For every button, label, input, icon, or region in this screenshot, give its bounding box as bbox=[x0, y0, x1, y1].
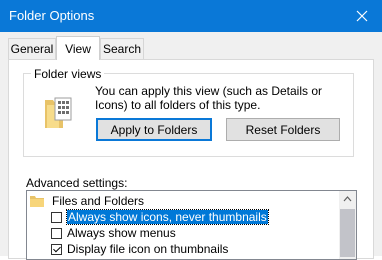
close-icon bbox=[356, 10, 368, 22]
tab-view[interactable]: View bbox=[56, 36, 100, 60]
advanced-settings-tree[interactable]: Files and Folders Always show icons, nev… bbox=[26, 190, 357, 260]
setting-label: Always show icons, never thumbnails bbox=[66, 209, 269, 225]
tab-label: View bbox=[65, 41, 91, 56]
tree-node-files-and-folders[interactable]: Files and Folders bbox=[30, 193, 144, 209]
folder-views-description: You can apply this view (such as Details… bbox=[95, 84, 323, 112]
tab-label: Search bbox=[102, 42, 142, 56]
checkbox-checked[interactable] bbox=[51, 243, 62, 255]
button-label: Reset Folders bbox=[245, 122, 321, 137]
reset-folders-button[interactable]: Reset Folders bbox=[226, 118, 340, 141]
tree-node-label: Files and Folders bbox=[52, 194, 145, 208]
window-title: Folder Options bbox=[9, 8, 95, 23]
advanced-settings-label: Advanced settings: bbox=[26, 176, 128, 190]
setting-label: Display file icon on thumbnails bbox=[67, 242, 229, 256]
folder-views-label: Folder views bbox=[31, 67, 105, 81]
folder-views-icon bbox=[45, 97, 72, 128]
tree-scrollbar[interactable] bbox=[339, 191, 356, 259]
setting-always-show-icons[interactable]: Always show icons, never thumbnails bbox=[51, 209, 269, 225]
scroll-thumb[interactable] bbox=[340, 209, 355, 257]
title-bar: Folder Options bbox=[0, 0, 382, 32]
checkbox[interactable] bbox=[51, 227, 62, 239]
setting-label: Always show menus bbox=[67, 226, 176, 240]
setting-display-file-icon[interactable]: Display file icon on thumbnails bbox=[51, 241, 228, 257]
tab-label: General bbox=[10, 42, 54, 56]
setting-always-show-menus[interactable]: Always show menus bbox=[51, 225, 176, 241]
close-button[interactable] bbox=[342, 0, 382, 32]
tab-general[interactable]: General bbox=[8, 38, 56, 59]
button-label: Apply to Folders bbox=[110, 122, 198, 137]
checkbox[interactable] bbox=[51, 211, 62, 223]
folder-icon bbox=[30, 196, 44, 207]
apply-to-folders-button[interactable]: Apply to Folders bbox=[96, 118, 212, 141]
scroll-up-icon[interactable] bbox=[339, 191, 356, 207]
tab-search[interactable]: Search bbox=[100, 38, 144, 59]
